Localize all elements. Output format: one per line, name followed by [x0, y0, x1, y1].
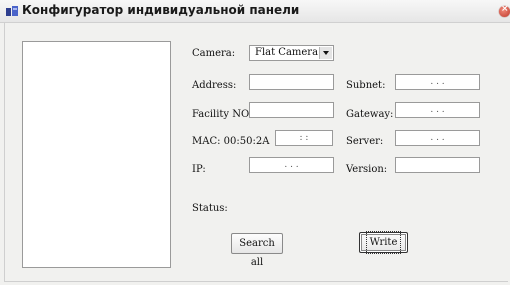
write-button[interactable]: Write [359, 231, 408, 254]
mac-label: MAC: 00:50:2A [192, 136, 270, 147]
camera-label: Camera: [192, 48, 236, 59]
facility-label: Facility NO.: [192, 109, 256, 120]
frame-border-bottom [4, 281, 508, 282]
subnet-ip-dots: . . . [430, 77, 445, 87]
gateway-label: Gateway: [346, 109, 394, 120]
address-field[interactable] [249, 74, 334, 90]
server-ip-dots: . . . [430, 133, 445, 143]
ip-field[interactable]: . . . [249, 157, 334, 173]
close-icon[interactable]: × [499, 4, 510, 17]
chevron-down-icon[interactable] [319, 47, 332, 59]
gateway-ip-dots: . . . [430, 105, 445, 115]
search-all-button-label: Search all [239, 238, 275, 268]
write-button-label: Write [365, 231, 402, 254]
configurator-window: Конфигуратор индивидуальной панели × Cam… [0, 0, 510, 285]
ip-label: IP: [192, 164, 206, 175]
window-title: Конфигуратор индивидуальной панели [22, 3, 300, 17]
facility-field[interactable] [249, 102, 334, 118]
address-label: Address: [192, 80, 237, 91]
camera-select-value: Flat Camera [255, 47, 319, 58]
title-bar[interactable]: Конфигуратор индивидуальной панели × [0, 0, 510, 23]
version-label: Version: [346, 164, 388, 175]
mac-field[interactable]: : : [275, 130, 333, 146]
subnet-ip-field[interactable]: . . . [395, 74, 480, 90]
subnet-label: Subnet: [346, 80, 386, 91]
status-label: Status: [192, 203, 228, 214]
server-label: Server: [346, 136, 384, 147]
frame-border-left [4, 22, 5, 282]
app-panel-icon [6, 6, 18, 16]
search-all-button[interactable]: Search all [231, 233, 283, 268]
version-field[interactable] [395, 157, 480, 173]
mac-separators: : : [299, 133, 309, 143]
gateway-ip-field[interactable]: . . . [395, 102, 480, 118]
camera-select[interactable]: Flat Camera [249, 45, 334, 61]
server-ip-field[interactable]: . . . [395, 130, 480, 146]
ip-dots: . . . [284, 160, 299, 170]
device-list[interactable] [22, 41, 171, 268]
